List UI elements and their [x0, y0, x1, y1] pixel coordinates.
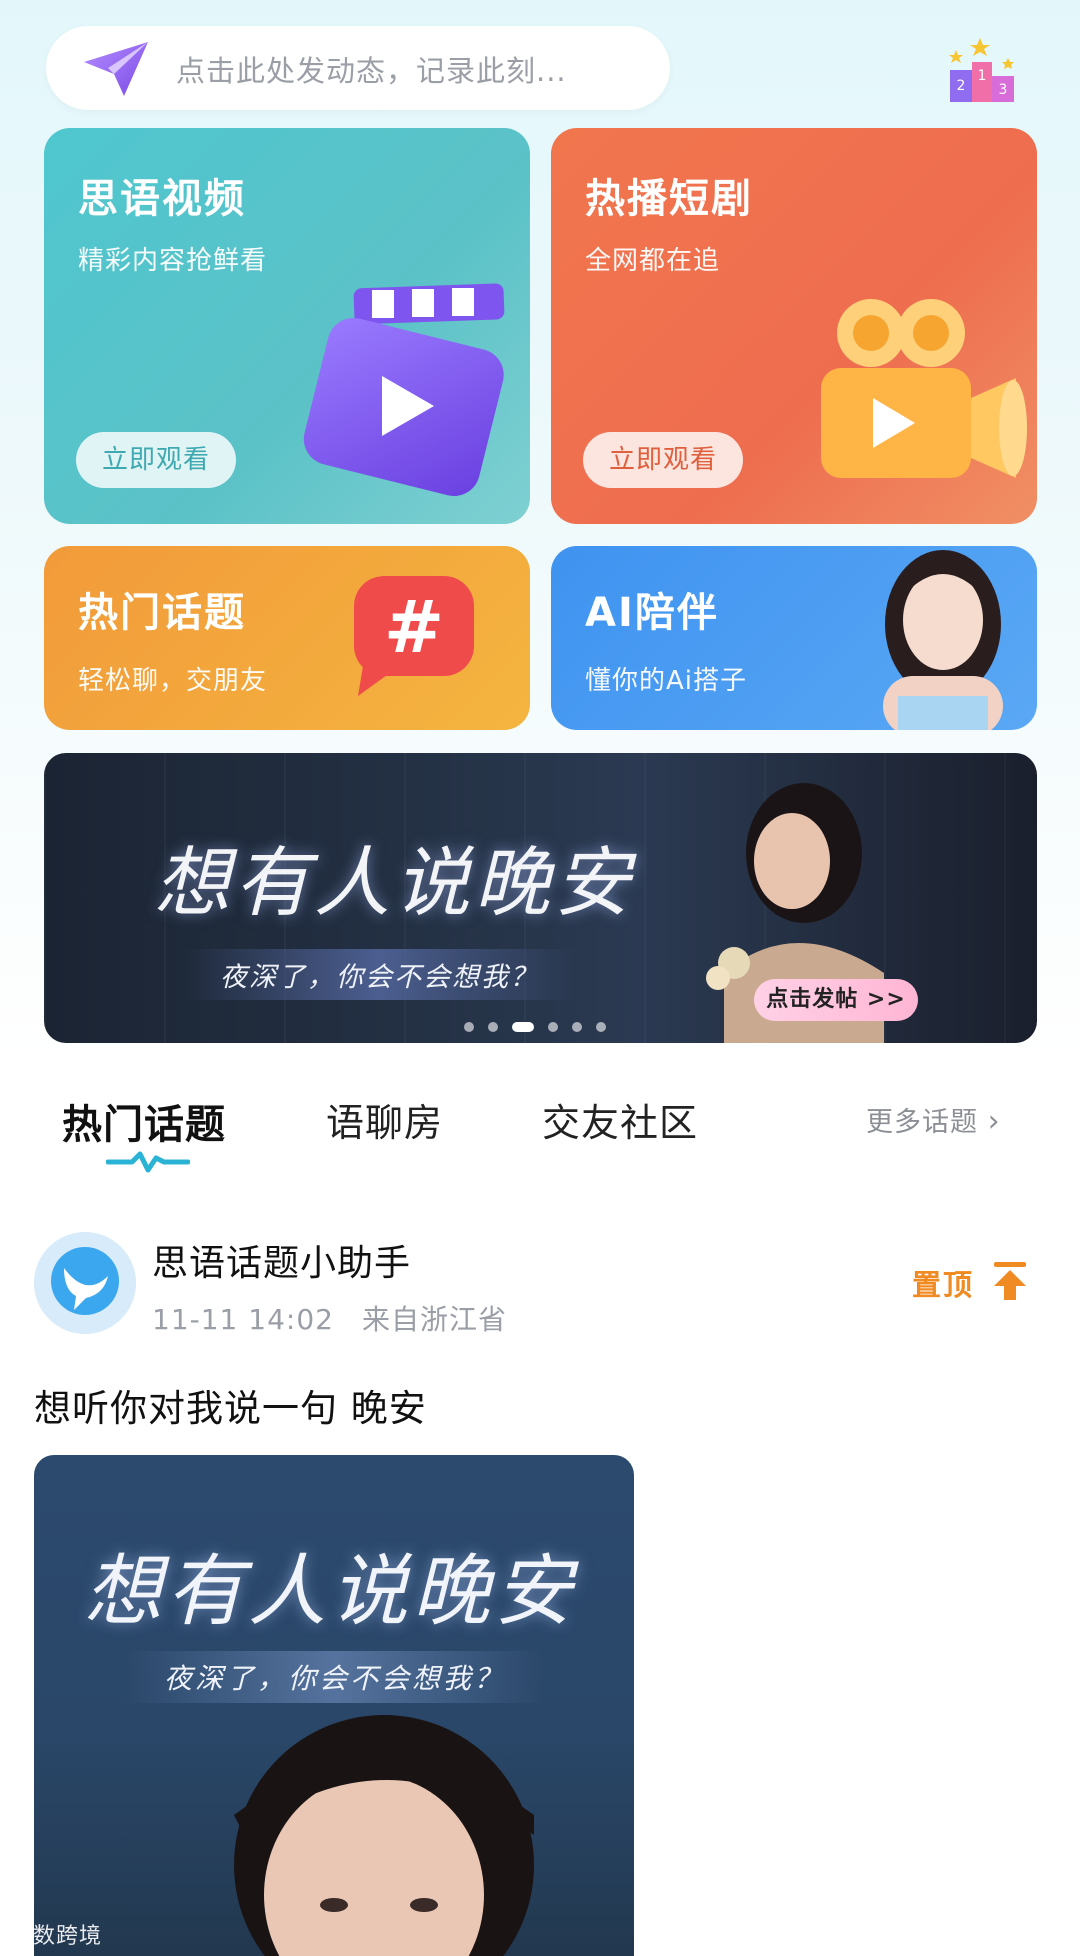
ai-companion-avatar	[883, 550, 1003, 730]
watermark: 大数跨境	[10, 1924, 103, 1949]
banner-subtitle: 夜深了，你会不会想我？	[184, 949, 575, 1000]
ai-companion-card[interactable]: AI陪伴 懂你的Ai搭子	[551, 546, 1037, 730]
svg-text:1: 1	[978, 68, 987, 84]
short-drama-card-subtitle: 全网都在追	[585, 246, 721, 276]
post-image[interactable]: 想有人说晚安 夜深了，你会不会想我？	[34, 1455, 634, 1956]
pin-top-icon	[994, 1262, 1026, 1300]
short-drama-card[interactable]: 热播短剧 全网都在追 立即观看	[551, 128, 1037, 524]
video-watch-button[interactable]: 立即观看	[76, 432, 237, 488]
post-location: 来自浙江省	[361, 1303, 507, 1336]
post-image-title: 想有人说晚安	[84, 1547, 577, 1637]
post-image-subtitle: 夜深了，你会不会想我？	[124, 1651, 546, 1703]
paper-plane-icon	[84, 42, 148, 96]
video-clapper-icon	[303, 283, 505, 496]
more-topics-label: 更多话题	[866, 1107, 978, 1138]
hot-topics-card-subtitle: 轻松聊，交朋友	[78, 666, 268, 696]
banner-dot[interactable]	[464, 1022, 474, 1032]
pinned-label: 置顶	[912, 1268, 975, 1302]
video-card-title: 思语视频	[78, 176, 246, 222]
banner-dot[interactable]	[548, 1022, 558, 1032]
banner-pagination	[464, 1021, 606, 1033]
svg-text:2: 2	[957, 78, 966, 94]
banner-post-button[interactable]: 点击发帖 >>	[754, 979, 918, 1021]
post-time: 11-11 14:02	[152, 1303, 334, 1336]
post-composer-input[interactable]: 点击此处发动态，记录此刻...	[46, 26, 670, 110]
hashtag-bubble-icon: #	[354, 576, 474, 696]
banner-title: 想有人说晚安	[154, 838, 634, 927]
banner-dot-active[interactable]	[512, 1022, 534, 1032]
post-image-woman-figure	[234, 1715, 534, 1956]
svg-text:3: 3	[999, 82, 1008, 98]
tab-hot-topics[interactable]: 热门话题	[62, 1092, 226, 1150]
chevron-right-icon: ›	[987, 1104, 1001, 1139]
hot-topics-card-title: 热门话题	[78, 590, 246, 636]
banner-dot[interactable]	[572, 1022, 582, 1032]
promo-banner[interactable]: 想有人说晚安 夜深了，你会不会想我？ 点击发帖 >>	[44, 753, 1037, 1043]
tab-active-indicator	[106, 1151, 190, 1173]
tab-social-community[interactable]: 交友社区	[542, 1092, 698, 1147]
post-meta: 11-11 14:02 来自浙江省	[152, 1298, 507, 1338]
banner-dot[interactable]	[596, 1022, 606, 1032]
short-drama-card-title: 热播短剧	[585, 176, 753, 222]
post-text: 想听你对我说一句 晚安	[34, 1387, 427, 1430]
post-composer-placeholder: 点击此处发动态，记录此刻...	[176, 54, 567, 88]
author-avatar[interactable]	[34, 1232, 136, 1334]
drama-watch-button[interactable]: 立即观看	[583, 432, 744, 488]
post-author-name[interactable]: 思语话题小助手	[152, 1234, 411, 1286]
video-card-subtitle: 精彩内容抢鲜看	[78, 246, 268, 276]
ranking-podium-icon[interactable]: 1 2 3	[946, 36, 1018, 104]
video-card[interactable]: 思语视频 精彩内容抢鲜看 立即观看	[44, 128, 530, 524]
movie-camera-icon	[821, 299, 1027, 478]
svg-text:#: #	[384, 585, 444, 669]
tab-voice-room[interactable]: 语聊房	[326, 1092, 443, 1147]
more-topics-link[interactable]: 更多话题 ›	[866, 1100, 1001, 1139]
ai-companion-card-subtitle: 懂你的Ai搭子	[585, 666, 748, 696]
hot-topics-card[interactable]: 热门话题 轻松聊，交朋友 #	[44, 546, 530, 730]
ai-companion-card-title: AI陪伴	[585, 590, 719, 636]
banner-dot[interactable]	[488, 1022, 498, 1032]
